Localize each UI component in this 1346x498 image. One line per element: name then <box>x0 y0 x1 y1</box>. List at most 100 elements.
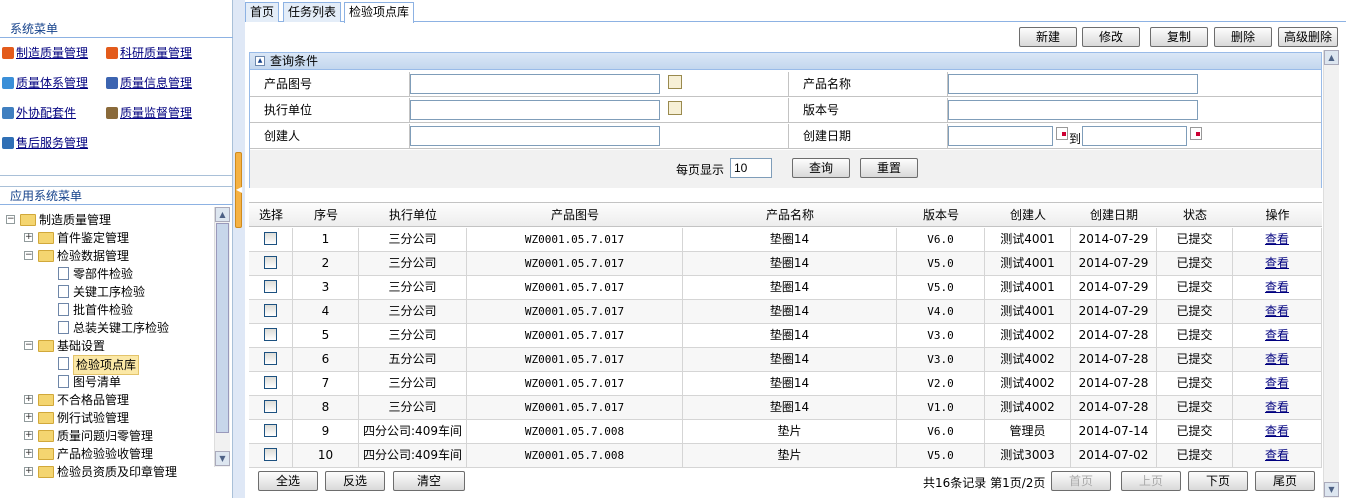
view-link[interactable]: 查看 <box>1265 352 1289 366</box>
tree-folder-node[interactable]: + 质量问题归零管理 <box>0 427 214 445</box>
row-checkbox[interactable] <box>264 328 277 341</box>
menu-link-manufacturing-quality[interactable]: 制造质量管理 <box>2 44 88 62</box>
main-scrollbar[interactable]: ▲ ▼ <box>1323 50 1339 498</box>
row-checkbox[interactable] <box>264 400 277 413</box>
sidebar-splitter[interactable]: ◀ <box>233 0 245 498</box>
expand-icon[interactable]: + <box>24 431 33 440</box>
product-drawing-no-input[interactable] <box>410 74 660 94</box>
menu-link-label: 质量监督管理 <box>120 106 193 120</box>
expand-icon[interactable]: + <box>24 467 33 476</box>
creator-input[interactable] <box>410 126 660 146</box>
exec-unit-input[interactable] <box>410 100 660 120</box>
menu-link-quality-info[interactable]: 质量信息管理 <box>106 74 192 92</box>
menu-link-quality-supervision[interactable]: 质量监督管理 <box>106 104 192 122</box>
tree-leaf-node[interactable]: 检验项点库 <box>0 355 214 375</box>
delete-button[interactable]: 删除 <box>1214 27 1272 47</box>
created-date-to-input[interactable] <box>1082 126 1187 146</box>
copy-button[interactable]: 复制 <box>1150 27 1208 47</box>
tree-leaf-node[interactable]: 关键工序检验 <box>0 283 214 301</box>
scroll-down-icon[interactable]: ▼ <box>215 451 230 466</box>
cell-exec-unit: 四分公司:409车间 <box>359 420 467 444</box>
calendar-icon[interactable] <box>1190 127 1202 140</box>
collapse-sidebar-icon[interactable]: ◀ <box>235 152 242 228</box>
view-link[interactable]: 查看 <box>1265 256 1289 270</box>
page-size-input[interactable] <box>730 158 772 178</box>
view-link[interactable]: 查看 <box>1265 424 1289 438</box>
scroll-thumb[interactable] <box>216 223 229 433</box>
row-checkbox[interactable] <box>264 376 277 389</box>
menu-link-rd-quality[interactable]: 科研质量管理 <box>106 44 192 62</box>
tree-scrollbar[interactable]: ▲ ▼ <box>214 207 230 467</box>
tree-folder-node[interactable]: + 不合格品管理 <box>0 391 214 409</box>
last-page-button[interactable]: 尾页 <box>1255 471 1315 491</box>
row-checkbox[interactable] <box>264 232 277 245</box>
expand-icon[interactable]: + <box>24 395 33 404</box>
menu-link-quality-system[interactable]: 质量体系管理 <box>2 74 88 92</box>
view-link[interactable]: 查看 <box>1265 400 1289 414</box>
prev-page-button[interactable]: 上页 <box>1121 471 1181 491</box>
row-checkbox[interactable] <box>264 256 277 269</box>
new-button[interactable]: 新建 <box>1019 27 1077 47</box>
created-date-from-input[interactable] <box>948 126 1053 146</box>
tab-task-list[interactable]: 任务列表 <box>283 2 342 22</box>
collapse-icon[interactable]: ▲ <box>255 56 265 66</box>
tree-leaf-node[interactable]: 图号清单 <box>0 373 214 391</box>
tab-inspection-items[interactable]: 检验项点库 <box>344 2 415 23</box>
tree-folder-node[interactable]: + 例行试验管理 <box>0 409 214 427</box>
row-checkbox[interactable] <box>264 304 277 317</box>
tab-home[interactable]: 首页 <box>245 2 280 22</box>
document-icon <box>58 357 69 370</box>
collapse-icon[interactable]: − <box>24 341 33 350</box>
version-input[interactable] <box>948 100 1198 120</box>
cell-version: V5.0 <box>897 276 985 300</box>
calendar-icon[interactable] <box>1056 127 1068 140</box>
edit-button[interactable]: 修改 <box>1082 27 1140 47</box>
collapse-icon[interactable]: − <box>24 251 33 260</box>
expand-icon[interactable]: + <box>24 449 33 458</box>
view-link[interactable]: 查看 <box>1265 328 1289 342</box>
view-link[interactable]: 查看 <box>1265 448 1289 462</box>
scroll-up-icon[interactable]: ▲ <box>215 207 230 222</box>
cell-created-date: 2014-07-29 <box>1071 300 1157 324</box>
row-checkbox[interactable] <box>264 280 277 293</box>
expand-icon[interactable]: + <box>24 233 33 242</box>
menu-link-outsourced-parts[interactable]: 外协配套件 <box>2 104 76 122</box>
tree-folder-node[interactable]: + 检验员资质及印章管理 <box>0 463 214 481</box>
row-checkbox[interactable] <box>264 424 277 437</box>
tree-leaf-node[interactable]: 批首件检验 <box>0 301 214 319</box>
advanced-delete-button[interactable]: 高级删除 <box>1278 27 1338 47</box>
search-button[interactable]: 查询 <box>792 158 850 178</box>
scroll-up-icon[interactable]: ▲ <box>1324 50 1339 65</box>
product-name-input[interactable] <box>948 74 1198 94</box>
select-all-button[interactable]: 全选 <box>258 471 318 491</box>
view-link[interactable]: 查看 <box>1265 280 1289 294</box>
row-checkbox[interactable] <box>264 352 277 365</box>
collapse-icon[interactable]: − <box>6 215 15 224</box>
tree-folder-node[interactable]: − 制造质量管理 <box>0 211 214 229</box>
cell-creator: 测试4002 <box>985 396 1071 420</box>
menu-link-label: 质量体系管理 <box>16 76 89 90</box>
tree-leaf-node[interactable]: 零部件检验 <box>0 265 214 283</box>
col-header-created-date: 创建日期 <box>1089 208 1138 222</box>
clear-button[interactable]: 清空 <box>393 471 465 491</box>
tree-folder-node[interactable]: + 产品检验验收管理 <box>0 445 214 463</box>
tree-folder-node[interactable]: − 检验数据管理 <box>0 247 214 265</box>
tree-leaf-node[interactable]: 总装关键工序检验 <box>0 319 214 337</box>
first-page-button[interactable]: 首页 <box>1051 471 1111 491</box>
edit-icon[interactable] <box>668 75 682 89</box>
invert-selection-button[interactable]: 反选 <box>325 471 385 491</box>
expand-icon[interactable]: + <box>24 413 33 422</box>
view-link[interactable]: 查看 <box>1265 376 1289 390</box>
tree-folder-node[interactable]: − 基础设置 <box>0 337 214 355</box>
row-checkbox[interactable] <box>264 448 277 461</box>
cell-product-name: 垫圈14 <box>683 348 897 372</box>
tree-folder-node[interactable]: + 首件鉴定管理 <box>0 229 214 247</box>
view-link[interactable]: 查看 <box>1265 304 1289 318</box>
reset-button[interactable]: 重置 <box>860 158 918 178</box>
edit-icon[interactable] <box>668 101 682 115</box>
menu-link-after-sales-service[interactable]: 售后服务管理 <box>2 134 88 152</box>
system-menu-panel: 系统菜单 制造质量管理 科研质量管理 质量体系管理 质量信息管理 外协配套件 质量监督管理… <box>0 20 233 176</box>
next-page-button[interactable]: 下页 <box>1188 471 1248 491</box>
scroll-down-icon[interactable]: ▼ <box>1324 482 1339 497</box>
view-link[interactable]: 查看 <box>1265 232 1289 246</box>
